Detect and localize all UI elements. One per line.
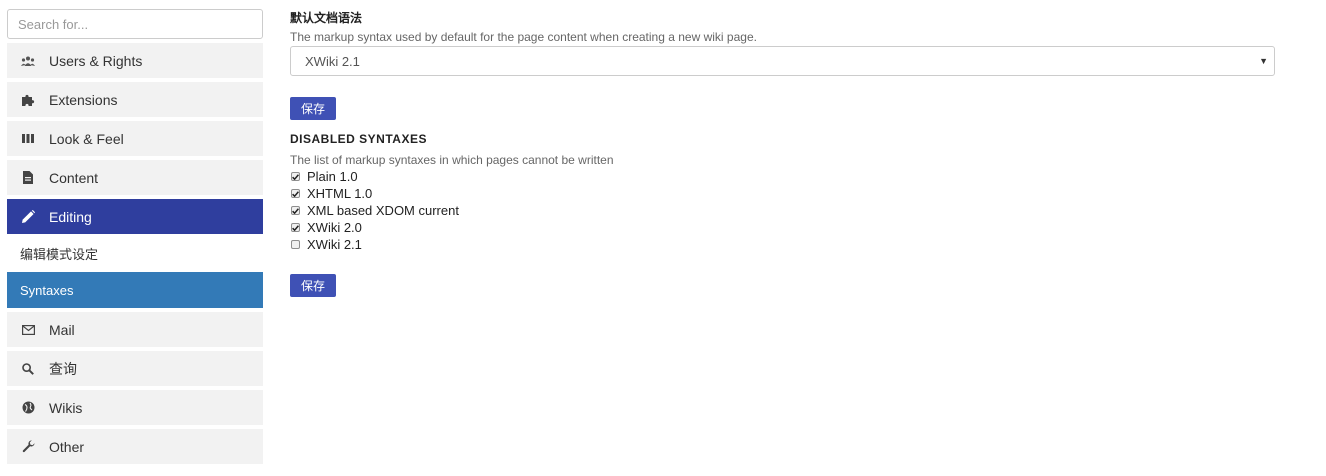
save-button[interactable]: 保存 xyxy=(290,97,336,120)
sidebar-item-users-rights[interactable]: Users & Rights xyxy=(7,43,263,78)
sidebar-item-label: Content xyxy=(49,169,99,186)
puzzle-icon xyxy=(20,92,36,108)
sidebar-item-mail[interactable]: Mail xyxy=(7,312,263,347)
pencil-icon xyxy=(20,209,36,225)
columns-icon xyxy=(20,131,36,147)
checkbox-label: XWiki 2.1 xyxy=(307,237,362,252)
sidebar-item-look-feel[interactable]: Look & Feel xyxy=(7,121,263,156)
sidebar-item-label: Look & Feel xyxy=(49,130,124,147)
list-item: XML based XDOM current xyxy=(290,202,459,219)
sidebar-item-label: Users & Rights xyxy=(49,52,143,69)
sidebar-item-query[interactable]: 查询 xyxy=(7,351,263,386)
list-item: XHTML 1.0 xyxy=(290,185,372,202)
sidebar-item-label: 查询 xyxy=(49,360,77,377)
sidebar-item-extensions[interactable]: Extensions xyxy=(7,82,263,117)
wrench-icon xyxy=(20,439,36,455)
checkbox[interactable] xyxy=(291,240,300,249)
list-item: XWiki 2.0 xyxy=(290,219,362,236)
checkbox[interactable] xyxy=(291,223,300,232)
envelope-icon xyxy=(20,322,36,338)
select-value: XWiki 2.1 xyxy=(305,53,360,69)
sidebar-item-wikis[interactable]: Wikis xyxy=(7,390,263,425)
document-icon xyxy=(20,170,36,186)
sidebar-item-content[interactable]: Content xyxy=(7,160,263,195)
caret-down-icon: ▼ xyxy=(1259,56,1268,66)
list-item: XWiki 2.1 xyxy=(290,236,362,253)
list-item: Plain 1.0 xyxy=(290,168,358,185)
sidebar: Users & Rights Extensions Look & Feel Co… xyxy=(7,9,263,464)
checkbox[interactable] xyxy=(291,189,300,198)
default-syntax-select[interactable]: XWiki 2.1 ▼ xyxy=(290,46,1275,76)
checkbox[interactable] xyxy=(291,172,300,181)
default-syntax-description: The markup syntax used by default for th… xyxy=(290,30,757,44)
disabled-syntaxes-description: The list of markup syntaxes in which pag… xyxy=(290,153,614,167)
users-icon xyxy=(20,53,36,69)
sidebar-item-editing[interactable]: Editing xyxy=(7,199,263,234)
save-button-2[interactable]: 保存 xyxy=(290,274,336,297)
sidebar-item-other[interactable]: Other xyxy=(7,429,263,464)
sidebar-item-label: Wikis xyxy=(49,399,83,416)
checkbox-label: XML based XDOM current xyxy=(307,203,459,218)
search-icon xyxy=(20,361,36,377)
checkbox-label: XHTML 1.0 xyxy=(307,186,373,201)
disabled-syntaxes-title: DISABLED SYNTAXES xyxy=(290,132,427,146)
sidebar-subitem-syntaxes[interactable]: Syntaxes xyxy=(7,272,263,308)
sidebar-item-label: Extensions xyxy=(49,91,118,108)
checkbox-label: XWiki 2.0 xyxy=(307,220,362,235)
globe-icon xyxy=(20,400,36,416)
sidebar-item-label: Mail xyxy=(49,321,75,338)
sidebar-item-label: Other xyxy=(49,438,85,455)
checkbox-label: Plain 1.0 xyxy=(307,169,358,184)
sidebar-item-label: Editing xyxy=(49,208,92,225)
search-input[interactable] xyxy=(7,9,263,39)
editing-section-label: 编辑模式设定 xyxy=(20,246,99,262)
default-syntax-title: 默认文档语法 xyxy=(290,11,363,25)
checkbox[interactable] xyxy=(291,206,300,215)
